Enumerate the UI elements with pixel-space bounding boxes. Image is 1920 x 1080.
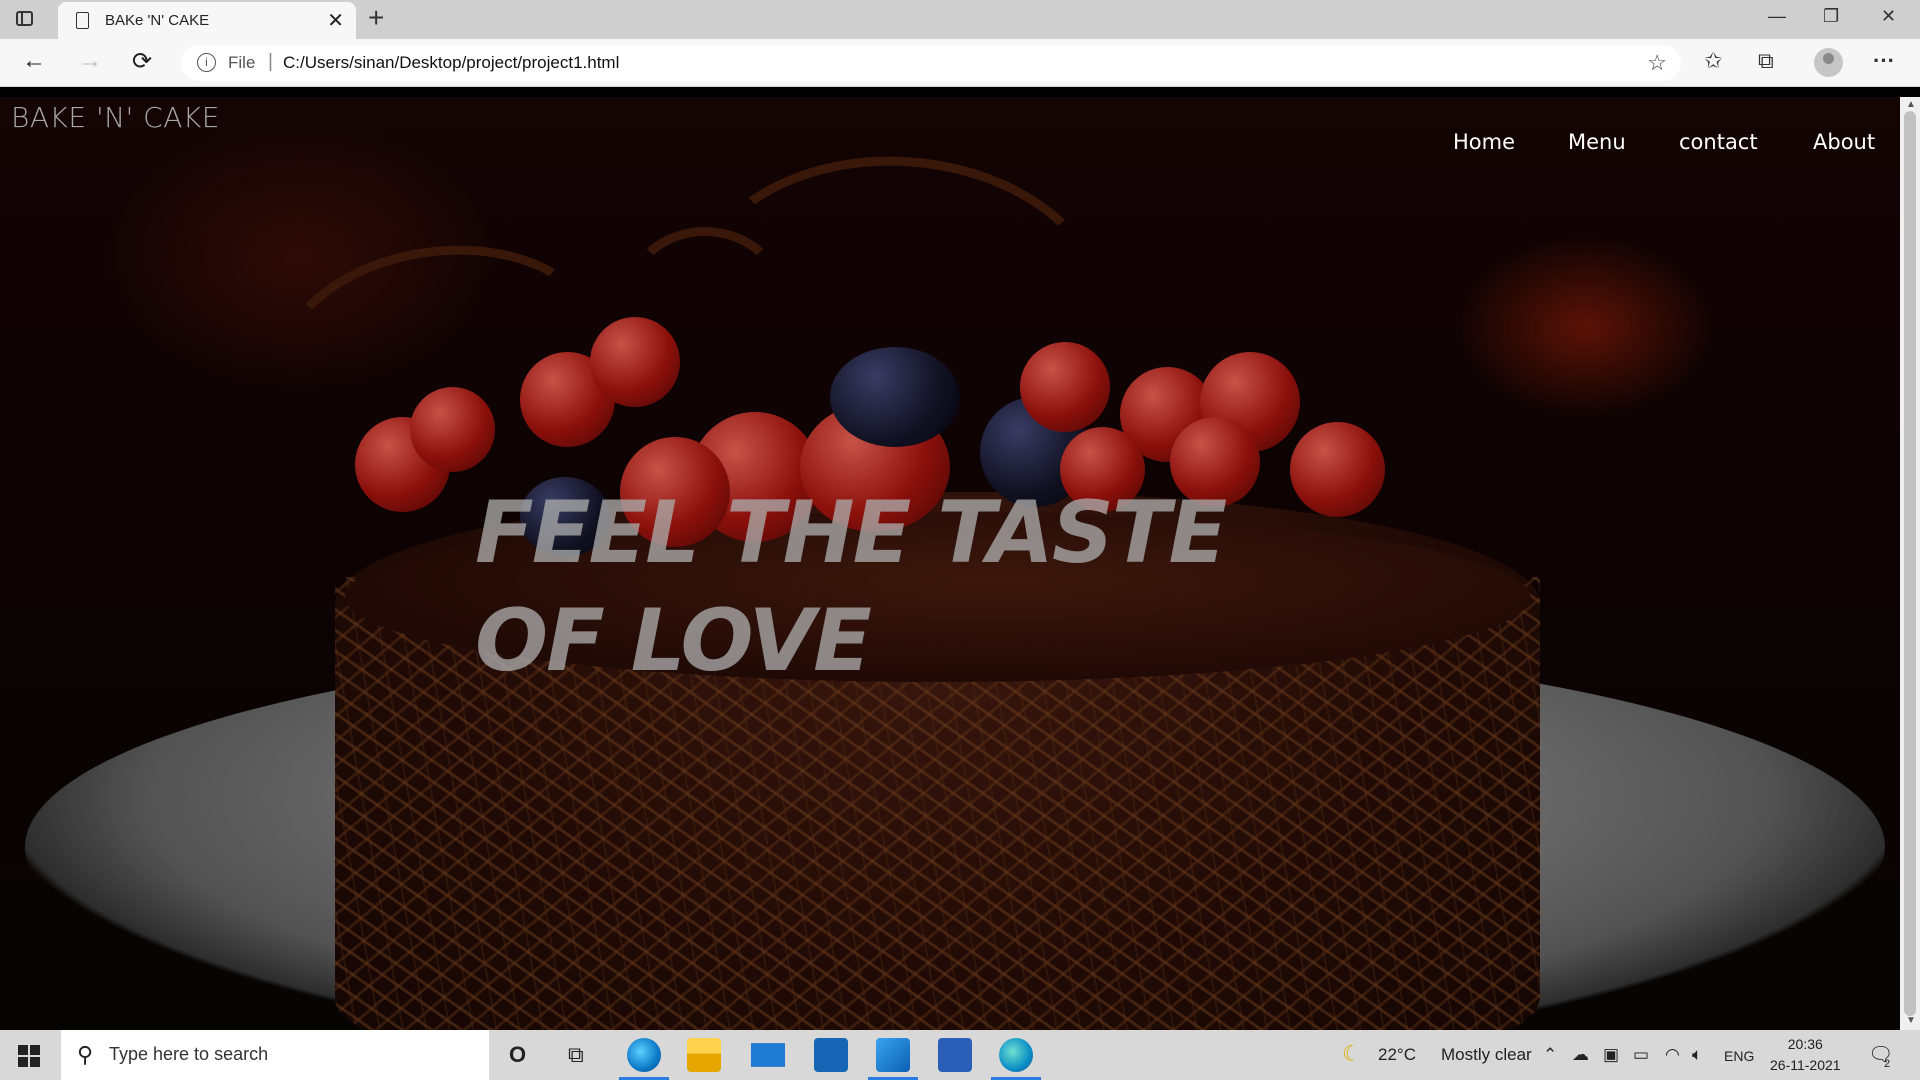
volume-icon[interactable]: 🔈︎ [1692, 1045, 1702, 1065]
meet-now-icon[interactable]: ▣ [1603, 1045, 1619, 1065]
site-logo[interactable]: BAKE 'N' CAKE [11, 101, 220, 134]
onedrive-icon[interactable]: ☁ [1572, 1045, 1589, 1065]
page-viewport: BAKE 'N' CAKE Home Menu contact About FE… [0, 97, 1900, 1030]
page-scrollbar[interactable]: ▲ ▼ [1900, 97, 1920, 1030]
weather-text[interactable]: Mostly clear [1441, 1045, 1532, 1065]
search-icon: ⚲ [77, 1042, 94, 1067]
scrollbar-thumb[interactable] [1904, 111, 1916, 1016]
browser-tab-bar: BAKe 'N' CAKE ✕ + — ❐ ✕ [0, 0, 1920, 39]
scheme-label: File [228, 53, 256, 72]
edge-active-icon[interactable] [991, 1038, 1041, 1080]
minimize-button[interactable]: — [1768, 6, 1786, 27]
refresh-button[interactable]: ⟳ [132, 47, 152, 76]
language-indicator[interactable]: ENG [1724, 1048, 1754, 1064]
forward-button[interactable]: → [78, 47, 102, 75]
add-favorite-icon[interactable]: ☆ [1647, 50, 1667, 76]
address-bar[interactable]: i File | C:/Users/sinan/Desktop/project/… [181, 45, 1681, 81]
tab-close-icon[interactable]: ✕ [327, 8, 344, 33]
edge-icon[interactable] [619, 1038, 669, 1080]
scroll-down-icon[interactable]: ▼ [1906, 1015, 1916, 1026]
scroll-up-icon[interactable]: ▲ [1906, 99, 1916, 110]
mail-icon[interactable] [751, 1043, 785, 1067]
nav-link-menu[interactable]: Menu [1568, 130, 1626, 154]
task-view-icon[interactable]: ⧉ [568, 1042, 584, 1068]
document-icon [76, 12, 89, 29]
system-clock[interactable]: 20:36 26-11-2021 [1770, 1034, 1841, 1076]
weather-temp[interactable]: 22°C [1378, 1045, 1416, 1065]
favorites-icon[interactable]: ✩ [1704, 48, 1722, 74]
browser-tab[interactable]: BAKe 'N' CAKE ✕ [58, 2, 356, 39]
file-explorer-icon[interactable] [687, 1038, 721, 1072]
clock-date: 26-11-2021 [1770, 1057, 1841, 1073]
wifi-icon[interactable]: ◠ [1665, 1045, 1680, 1065]
taskbar-search-box[interactable]: ⚲ Type here to search [61, 1030, 489, 1080]
close-window-button[interactable]: ✕ [1881, 6, 1896, 27]
address-toolbar: ← → ⟳ i File | C:/Users/sinan/Desktop/pr… [0, 39, 1920, 87]
hero-headline: FEEL THE TASTE OF LOVE [475, 483, 1227, 691]
new-tab-button[interactable]: + [368, 2, 384, 34]
word-icon[interactable] [938, 1038, 972, 1072]
url-text[interactable]: C:/Users/sinan/Desktop/project/project1.… [283, 53, 619, 73]
restore-button[interactable]: ❐ [1823, 6, 1839, 27]
back-button[interactable]: ← [22, 47, 46, 75]
tray-chevron-icon[interactable]: ⌃ [1543, 1045, 1557, 1065]
tab-actions-icon[interactable] [14, 8, 36, 30]
nav-link-about[interactable]: About [1813, 130, 1875, 154]
nav-link-home[interactable]: Home [1453, 130, 1515, 154]
info-icon[interactable]: i [197, 53, 216, 72]
search-placeholder: Type here to search [109, 1044, 269, 1064]
nav-link-contact[interactable]: contact [1679, 130, 1758, 154]
separator: | [268, 51, 273, 72]
cortana-icon[interactable]: O [509, 1042, 526, 1068]
tab-title: BAKe 'N' CAKE [105, 12, 210, 29]
profile-avatar[interactable] [1814, 48, 1843, 77]
vscode-icon[interactable] [868, 1038, 918, 1080]
windows-taskbar: ⚲ Type here to search O ⧉ ☾ 22°C Mostly … [0, 1030, 1920, 1080]
battery-icon[interactable]: ▭ [1633, 1045, 1649, 1065]
dell-app-icon[interactable] [814, 1038, 848, 1072]
weather-icon[interactable]: ☾ [1342, 1041, 1362, 1067]
collections-icon[interactable]: ⧉ [1758, 48, 1774, 74]
clock-time: 20:36 [1787, 1036, 1823, 1052]
more-menu-icon[interactable]: ··· [1873, 48, 1895, 74]
windows-start-icon[interactable] [18, 1045, 40, 1067]
notification-count: 2 [1884, 1058, 1891, 1070]
